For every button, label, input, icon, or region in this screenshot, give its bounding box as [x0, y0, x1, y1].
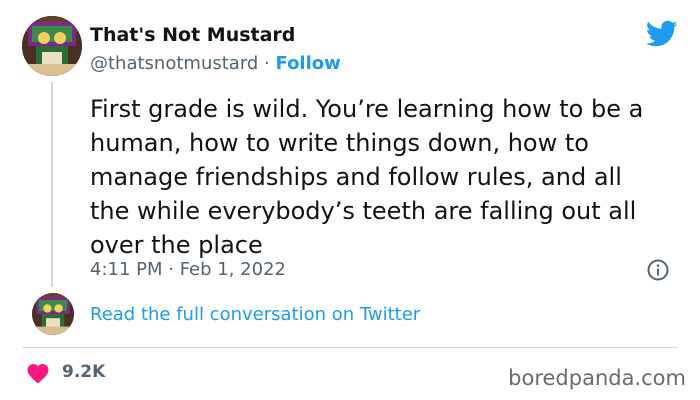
read-conversation-link[interactable]: Read the full conversation on Twitter: [90, 303, 420, 327]
like-count[interactable]: 9.2K: [62, 360, 105, 384]
thread-line: [51, 82, 53, 287]
author-display-name[interactable]: That's Not Mustard: [90, 22, 341, 48]
tweet-timestamp[interactable]: 4:11 PM · Feb 1, 2022: [90, 258, 286, 282]
tweet-text: First grade is wild. You’re learning how…: [90, 95, 644, 259]
tweet-header: That's Not Mustard @thatsnotmustard · Fo…: [90, 22, 341, 76]
author-handle-line: @thatsnotmustard · Follow: [90, 52, 341, 76]
tweet-card: That's Not Mustard @thatsnotmustard · Fo…: [0, 0, 700, 400]
follow-button[interactable]: Follow: [276, 53, 341, 74]
twitter-bird-icon[interactable]: [645, 20, 678, 48]
author-handle[interactable]: @thatsnotmustard: [90, 53, 258, 74]
heart-icon[interactable]: [26, 362, 50, 384]
handle-separator: ·: [258, 53, 276, 74]
conversation-avatar[interactable]: [32, 293, 74, 335]
author-avatar[interactable]: [22, 16, 82, 76]
watermark: boredpanda.com: [508, 366, 686, 390]
info-icon[interactable]: [646, 258, 670, 282]
divider: [22, 347, 678, 348]
